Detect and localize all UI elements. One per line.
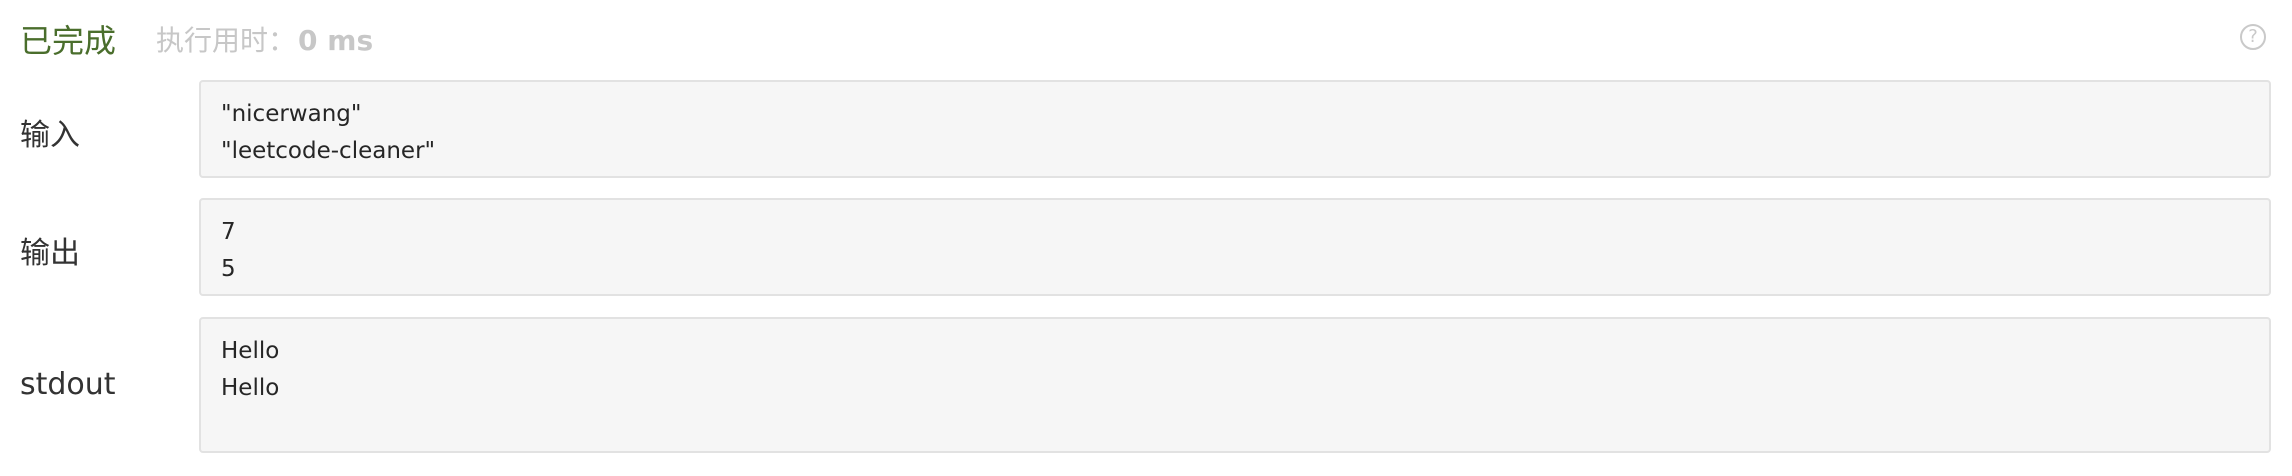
- result-panel: 已完成 执行用时： 0 ms ? 输入 "nicerwang" "leetcod…: [0, 0, 2292, 476]
- question-circle-icon[interactable]: ?: [2240, 24, 2266, 50]
- output-line: 7: [221, 219, 236, 245]
- output-box[interactable]: 7 5: [199, 198, 2271, 296]
- input-line: "nicerwang": [221, 101, 362, 127]
- stdout-row: stdout Hello Hello: [0, 317, 2292, 453]
- output-row: 输出 7 5: [0, 198, 2292, 296]
- status-bar: 已完成 执行用时： 0 ms ?: [20, 14, 2272, 64]
- stdout-line: Hello: [221, 375, 280, 401]
- execution-time-label: 执行用时：: [156, 24, 297, 57]
- input-row: 输入 "nicerwang" "leetcode-cleaner": [0, 80, 2292, 178]
- stdout-label: stdout: [20, 367, 116, 402]
- status-label: 已完成: [20, 22, 117, 60]
- input-line: "leetcode-cleaner": [221, 138, 436, 164]
- execution-time-value: 0 ms: [298, 24, 374, 57]
- output-label: 输出: [20, 236, 80, 271]
- input-label: 输入: [20, 118, 80, 153]
- stdout-box[interactable]: Hello Hello: [199, 317, 2271, 453]
- execution-time: 执行用时： 0 ms: [156, 19, 373, 59]
- output-line: 5: [221, 256, 236, 282]
- input-box[interactable]: "nicerwang" "leetcode-cleaner": [199, 80, 2271, 178]
- stdout-line: Hello: [221, 338, 280, 364]
